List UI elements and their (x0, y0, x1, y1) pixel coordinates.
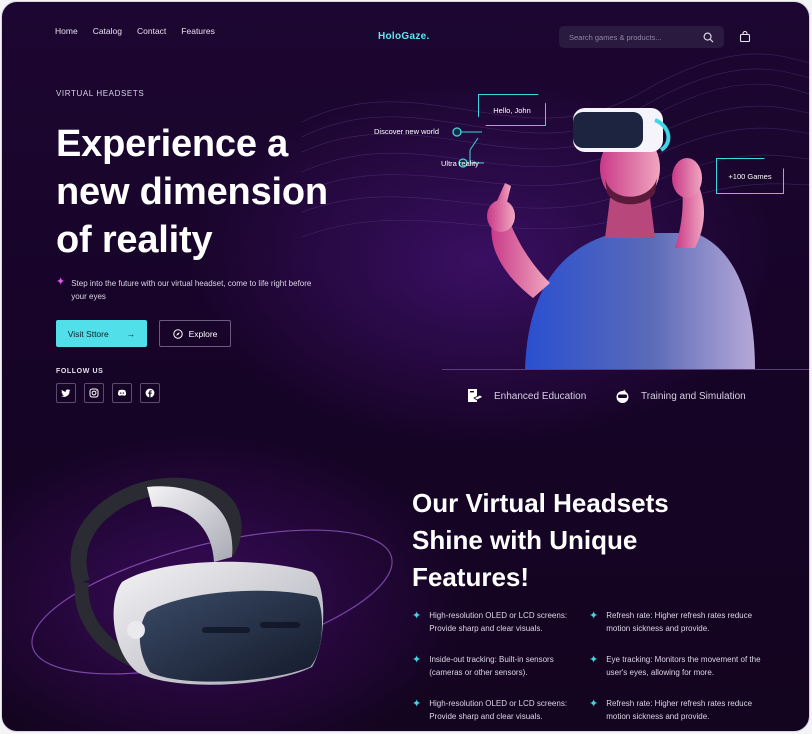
hero-subtitle-block: ✦ Step into the future with our virtual … (56, 277, 316, 303)
twitter-link[interactable] (56, 383, 76, 403)
callout-discover: Discover new world (374, 127, 440, 136)
nav-home[interactable]: Home (55, 26, 78, 36)
explore-button[interactable]: Explore (159, 320, 231, 347)
feature-text: High-resolution OLED or LCD screens: Pro… (429, 611, 568, 633)
visit-store-label: Visit Sttore (67, 328, 109, 339)
star-icon: ✦ (589, 698, 599, 710)
simulation-icon (616, 389, 629, 403)
brand-logo[interactable]: HoloGaze. (378, 31, 430, 42)
feature-item: ✦ Refresh rate: Higher refresh rates redu… (589, 610, 762, 635)
education-icon (468, 389, 484, 402)
visit-store-button[interactable]: Visit Sttore → (56, 320, 147, 347)
feature-item: ✦ Eye tracking: Monitors the movement of … (589, 654, 762, 679)
features-title: Our Virtual Headsets Shine with Unique F… (412, 488, 669, 592)
callout-hello: Hello, John (478, 94, 546, 126)
callout-ultra: Ultra reality (441, 159, 479, 168)
feature-item: ✦ Refresh rate: Higher refresh rates redu… (589, 698, 762, 723)
instagram-icon (89, 388, 99, 398)
feature-text: High-resolution OLED or LCD screens: Pro… (429, 699, 568, 721)
feature-item: ✦ High-resolution OLED or LCD screens: Pr… (412, 698, 589, 723)
star-icon: ✦ (412, 610, 422, 622)
star-icon: ✦ (412, 698, 422, 710)
star-icon: ✦ (589, 654, 599, 666)
discord-link[interactable] (112, 383, 132, 403)
shopping-bag-icon[interactable] (739, 31, 751, 43)
feature-text: Refresh rate: Higher refresh rates reduc… (606, 611, 753, 633)
search-input[interactable]: Search games & products... (569, 33, 703, 42)
nav-contact[interactable]: Contact (137, 26, 166, 36)
callout-hello-text: Hello, John (493, 105, 531, 115)
discord-icon (117, 389, 127, 396)
explore-label: Explore (188, 328, 218, 339)
facebook-icon (145, 388, 155, 398)
strip-item-education: Enhanced Education (467, 388, 586, 405)
features-list: ✦ High-resolution OLED or LCD screens: Pr… (412, 610, 762, 723)
follow-us-label: FOLLOW US (56, 368, 104, 375)
strip-label-training: Training and Simulation (641, 391, 746, 402)
arrow-right-icon: → (126, 328, 136, 339)
feature-text: Inside-out tracking: Built-in sensors (c… (429, 655, 554, 677)
logo-text: HoloGaze. (378, 31, 430, 42)
search-icon[interactable] (703, 32, 714, 43)
facebook-link[interactable] (140, 383, 160, 403)
search-box[interactable]: Search games & products... (559, 26, 724, 48)
vr-headset-image (70, 477, 324, 685)
sparkle-icon: ✦ (56, 276, 66, 288)
strip-label-education: Enhanced Education (494, 391, 587, 402)
instagram-link[interactable] (84, 383, 104, 403)
page-frame: Home Catalog Contact Features HoloGaze. … (1, 1, 810, 732)
strip-item-training: Training and Simulation (614, 388, 746, 405)
twitter-icon (61, 389, 71, 397)
nav-catalog[interactable]: Catalog (93, 26, 122, 36)
main-nav: Home Catalog Contact Features (55, 26, 215, 36)
feature-item: ✦ High-resolution OLED or LCD screens: Pr… (412, 610, 589, 635)
callout-games-text: +100 Games (728, 171, 772, 181)
hero-divider (442, 369, 809, 370)
feature-text: Eye tracking: Monitors the movement of t… (606, 655, 761, 677)
social-links (56, 383, 160, 403)
compass-icon (172, 328, 183, 339)
star-icon: ✦ (589, 610, 599, 622)
nav-features[interactable]: Features (181, 26, 215, 36)
hero-subtitle: Step into the future with our virtual he… (71, 279, 312, 301)
hero-eyebrow: VIRTUAL HEADSETS (56, 89, 145, 98)
hero-title: Experience a new dimension of reality (56, 123, 328, 261)
star-icon: ✦ (412, 654, 422, 666)
feature-text: Refresh rate: Higher refresh rates reduc… (606, 699, 753, 721)
feature-item: ✦ Inside-out tracking: Built-in sensors (… (412, 654, 589, 679)
